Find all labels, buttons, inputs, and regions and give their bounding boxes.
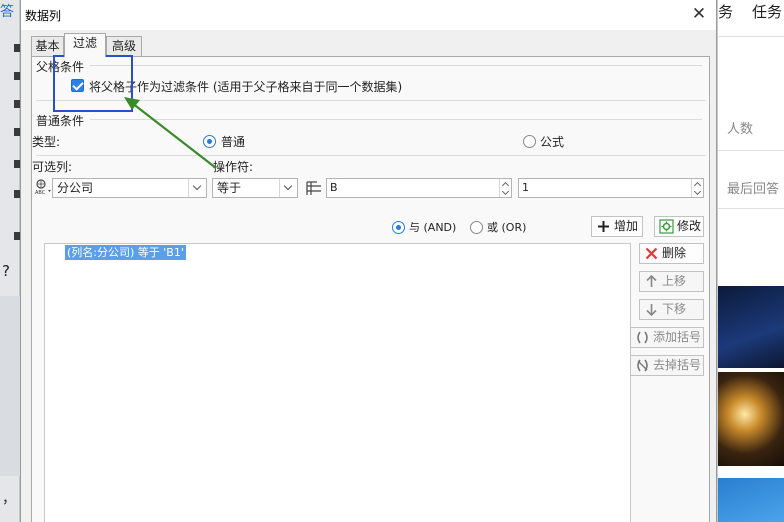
- background-banner-image: [718, 286, 784, 368]
- normal-condition-title: 普通条件: [36, 114, 85, 128]
- dialog-titlebar: 数据列 ✕: [21, 0, 716, 30]
- chevron-down-icon[interactable]: [279, 179, 297, 197]
- logic-radio-or[interactable]: [470, 221, 483, 234]
- modify-button[interactable]: 修改: [654, 216, 704, 237]
- move-up-button-label: 上移: [662, 274, 687, 288]
- divider: [36, 100, 706, 101]
- annotation-highlight-box: [53, 55, 133, 112]
- arrow-down-icon: [646, 304, 657, 317]
- column-label: 可选列:: [32, 160, 73, 174]
- type-radio-formula[interactable]: [523, 135, 536, 148]
- type-option-normal-label[interactable]: 普通: [221, 133, 245, 150]
- column-select[interactable]: 分公司: [52, 178, 207, 198]
- parent-filter-checkbox-label[interactable]: 将父格子作为过滤条件 (适用于父子格来自于同一个数据集): [89, 78, 402, 95]
- logic-or-label[interactable]: 或 (OR): [487, 219, 526, 235]
- background-text: ，: [2, 491, 16, 507]
- condition-list[interactable]: (列名:分公司) 等于 'B1': [44, 243, 631, 522]
- condition-list-item[interactable]: (列名:分公司) 等于 'B1': [65, 245, 186, 260]
- spinner-arrows-icon[interactable]: [499, 179, 511, 197]
- operator-select[interactable]: 等于: [212, 178, 298, 198]
- type-label: 类型:: [32, 135, 61, 149]
- arrow-up-icon: [646, 274, 657, 287]
- filter-tab-panel: 父格条件 将父格子作为过滤条件 (适用于父子格来自于同一个数据集) 普通条件 类…: [31, 56, 710, 522]
- divider: [718, 36, 784, 37]
- close-icon: ✕: [691, 4, 707, 24]
- close-button[interactable]: ✕: [690, 5, 708, 23]
- background-text: 最后回答: [727, 182, 780, 197]
- delete-button-label: 删除: [662, 246, 687, 260]
- plus-icon: [598, 221, 609, 232]
- divider: [36, 155, 706, 156]
- svg-text:ABC: ABC: [35, 190, 46, 196]
- operator-label: 操作符:: [213, 160, 254, 174]
- cell-grid-icon[interactable]: [305, 179, 323, 197]
- divider: [718, 208, 784, 209]
- delete-x-icon: [645, 247, 658, 260]
- edit-gear-icon: [659, 219, 674, 234]
- background-banner-image: [718, 478, 784, 522]
- background-right-panel: 务 任务 人数 最后回答: [717, 0, 784, 522]
- background-text: ?: [2, 262, 10, 280]
- background-nav-item[interactable]: 务: [718, 1, 733, 22]
- delete-button[interactable]: 删除: [639, 243, 704, 264]
- background-banner-image: [718, 372, 784, 466]
- divider: [90, 65, 702, 66]
- column-select-value: 分公司: [57, 181, 94, 195]
- column-type-icon[interactable]: ABC: [34, 178, 52, 196]
- background-left-panel: 答 ? ，: [0, 0, 20, 522]
- move-down-button[interactable]: 下移: [639, 299, 704, 320]
- spinner-arrows-icon[interactable]: [691, 179, 703, 197]
- divider: [718, 150, 784, 151]
- remove-bracket-icon: [637, 359, 648, 372]
- background-text: 人数: [727, 122, 754, 137]
- tab-filter[interactable]: 过滤: [64, 33, 106, 57]
- background-nav: 务 任务: [718, 0, 784, 22]
- background-link: 答: [0, 4, 14, 20]
- tab-advanced[interactable]: 高级: [106, 36, 142, 56]
- logic-and-label[interactable]: 与 (AND): [409, 219, 456, 235]
- value-input-2[interactable]: 1: [518, 178, 704, 198]
- background-thumbnail: [0, 296, 20, 476]
- add-bracket-button[interactable]: 添加括号: [630, 327, 704, 348]
- divider: [90, 119, 702, 120]
- type-option-formula-label[interactable]: 公式: [540, 133, 564, 150]
- move-down-button-label: 下移: [662, 302, 687, 316]
- remove-bracket-button-label: 去掉括号: [653, 358, 702, 372]
- add-bracket-button-label: 添加括号: [653, 330, 702, 344]
- logic-radio-and[interactable]: [392, 221, 405, 234]
- bracket-icon: [637, 331, 648, 344]
- tab-basic[interactable]: 基本: [31, 36, 64, 56]
- dialog-title: 数据列: [25, 9, 62, 23]
- value-input-1-text: B: [330, 181, 338, 194]
- modify-button-label: 修改: [677, 219, 702, 233]
- move-up-button[interactable]: 上移: [639, 271, 704, 292]
- background-nav-item[interactable]: 任务: [752, 1, 782, 22]
- operator-select-value: 等于: [217, 181, 242, 195]
- add-button[interactable]: 增加: [591, 216, 643, 237]
- add-button-label: 增加: [614, 219, 639, 233]
- value-input-1[interactable]: B: [326, 178, 512, 198]
- type-radio-normal[interactable]: [203, 135, 216, 148]
- remove-bracket-button[interactable]: 去掉括号: [630, 355, 704, 376]
- value-input-2-text: 1: [522, 181, 529, 194]
- chevron-down-icon[interactable]: [188, 179, 206, 197]
